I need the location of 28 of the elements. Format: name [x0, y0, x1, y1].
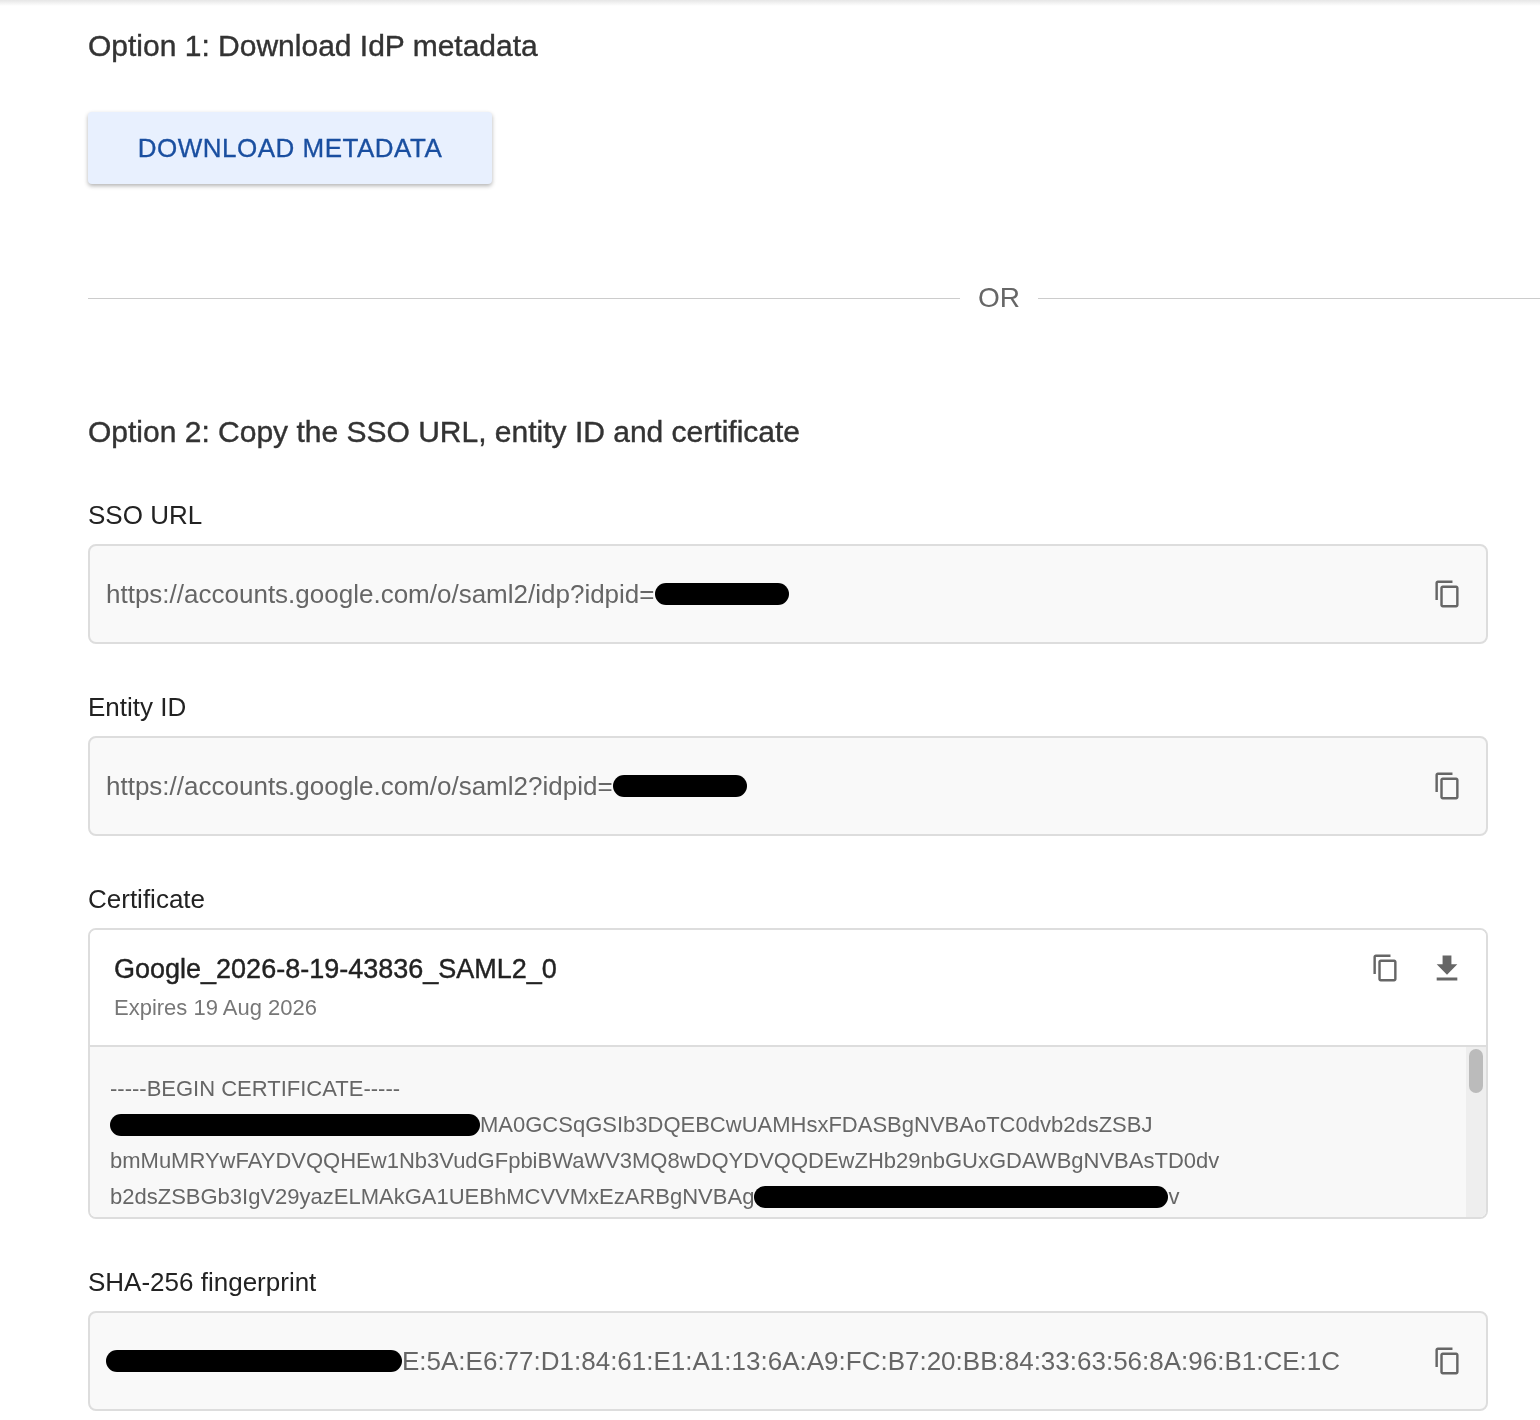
copy-icon[interactable] — [1434, 772, 1460, 800]
certificate-name: Google_2026-8-19-43836_SAML2_0 — [114, 954, 557, 985]
scrollbar[interactable] — [1466, 1047, 1486, 1217]
download-metadata-button[interactable]: DOWNLOAD METADATA — [88, 112, 492, 184]
section-heading: Option 1: Download IdP metadata — [88, 28, 538, 64]
field-label: Certificate — [88, 884, 206, 914]
certificate-text: -----BEGIN CERTIFICATE----- — [110, 1075, 401, 1103]
field-label: SSO URL — [88, 500, 203, 530]
divider-label: OR — [978, 282, 1020, 314]
text-field[interactable]: https://accounts.google.com/o/saml2/idp?idpid= — [88, 544, 1488, 644]
certificate-text: MA0GCSqGSIb3DQEBCwUAMHsxFDASBgNVBAoTC0dvb2dsZSBJ — [480, 1111, 1153, 1139]
field-label: SHA-256 fingerprint — [88, 1267, 317, 1297]
certificate-text: bmMuMRYwFAYDVQQHEw1Nb3VudGFpbiBWaWV3MQ8wDQYDVQQDEwZHb29nbGUxGDAWBgNVBAsTD0dv — [110, 1147, 1220, 1175]
field-value: https://accounts.google.com/o/saml2?idpid= — [106, 770, 613, 802]
download-icon[interactable] — [1434, 954, 1460, 982]
certificate-text: b2dsZSBGb3IgV29yazELMAkGA1UEBhMCVVMxEzARBgNVBAg — [110, 1183, 755, 1211]
certificate-text: v — [1168, 1183, 1180, 1211]
field-value: E:5A:E6:77:D1:84:61:E1:A1:13:6A:A9:FC:B7:20:BB:84:33:63:56:8A:96:B1:CE:1C — [402, 1345, 1341, 1377]
field-label: Entity ID — [88, 692, 187, 722]
text-field[interactable]: https://accounts.google.com/o/saml2?idpid= — [88, 736, 1488, 836]
scrollbar-thumb[interactable] — [1469, 1049, 1483, 1093]
field-value: https://accounts.google.com/o/saml2/idp?idpid= — [106, 578, 655, 610]
expiry-date: Expires 19 Aug 2026 — [114, 995, 319, 1021]
text-field[interactable]: E:5A:E6:77:D1:84:61:E1:A1:13:6A:A9:FC:B7:20:BB:84:33:63:56:8A:96:B1:CE:1C — [88, 1311, 1488, 1411]
section-heading: Option 2: Copy the SSO URL, entity ID and certificate — [88, 414, 800, 450]
copy-icon[interactable] — [1434, 580, 1460, 608]
copy-icon[interactable] — [1372, 954, 1398, 982]
copy-icon[interactable] — [1434, 1347, 1460, 1375]
